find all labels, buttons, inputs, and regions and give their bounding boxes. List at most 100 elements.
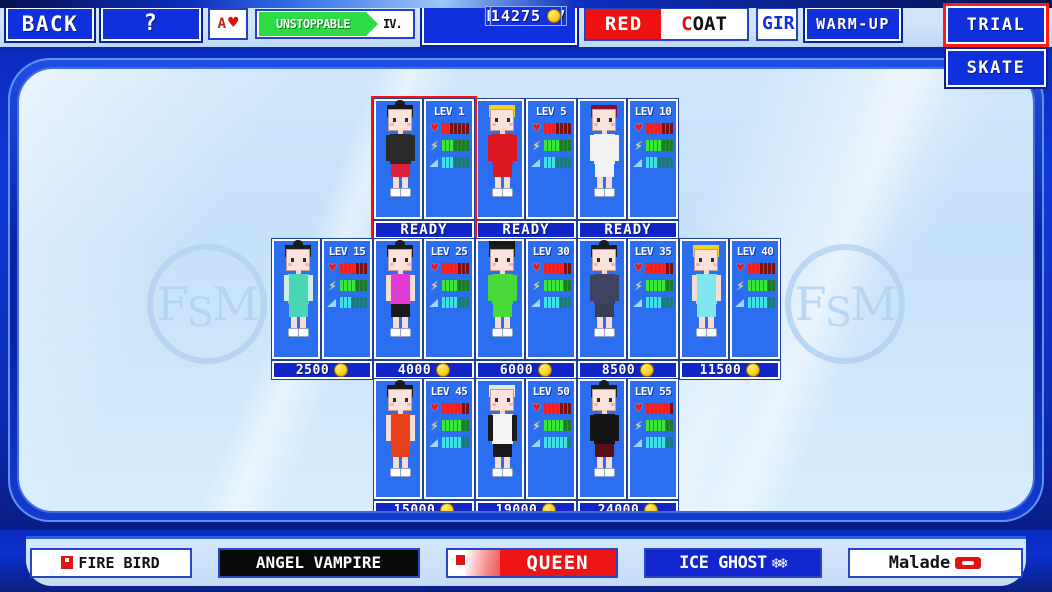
stat-segment [650, 140, 653, 151]
card-footer-label: READY [604, 222, 652, 238]
character-card[interactable]: LEV 50 ♥ ⚡ 19000 [475, 378, 577, 511]
stat-segment [662, 297, 665, 308]
ramp-icon [735, 297, 746, 308]
character-avatar [580, 101, 624, 217]
stat-row-jump [531, 296, 571, 309]
stat-segment [768, 280, 771, 291]
sponsor-queen[interactable]: QUEEN [445, 547, 618, 578]
stat-row-speed: ⚡ [429, 139, 469, 152]
avatar-pane[interactable] [373, 98, 423, 220]
help-button[interactable]: ? [99, 4, 203, 43]
avatar-head [388, 249, 412, 271]
avatar-pane[interactable] [679, 238, 729, 360]
card-ready-badge[interactable]: READY [475, 220, 577, 240]
stat-segment [446, 280, 449, 291]
skate-button[interactable]: SKATE [944, 47, 1048, 89]
avatar-pane[interactable] [577, 98, 627, 220]
sponsor-malade[interactable]: Malade [847, 547, 1023, 578]
avatar-arm-right [410, 135, 415, 161]
avatar-eye-right [609, 398, 612, 402]
character-card[interactable]: LEV 45 ♥ ⚡ 15000 [373, 378, 475, 511]
stat-segment [764, 297, 767, 308]
stat-segment [544, 123, 547, 134]
stat-row-jump [531, 436, 571, 449]
avatar-pane[interactable] [271, 238, 321, 360]
stat-pane: LEV 55 ♥ ⚡ [627, 378, 679, 500]
avatar-eye-left [597, 118, 600, 122]
avatar-pane[interactable] [577, 378, 627, 500]
stat-segment [654, 437, 657, 448]
avatar-arm-right [614, 275, 619, 301]
trial-button[interactable]: TRIAL [943, 3, 1049, 47]
card-ready-badge[interactable]: READY [373, 220, 475, 240]
stat-segment [548, 263, 551, 274]
stat-segment [454, 157, 457, 168]
stat-segment [646, 403, 649, 414]
warm-up-button[interactable]: WARM-UP [803, 4, 903, 43]
coin-icon [542, 503, 557, 511]
ramp-icon [633, 157, 644, 168]
stat-segment [568, 437, 571, 448]
card-price-badge[interactable]: 19000 [475, 500, 577, 511]
stat-segment [666, 403, 669, 414]
stat-segment [450, 263, 453, 274]
stat-segment [752, 297, 755, 308]
stat-segment [442, 420, 445, 431]
sponsor-angel-vampire[interactable]: ANGEL VAMPIRE [217, 547, 420, 578]
character-card[interactable]: LEV 40 ♥ ⚡ 11500 [679, 238, 781, 380]
character-row: LEV 15 ♥ ⚡ 2500 LEV 25 ♥ ⚡ 4000 LEV 30 ♥ ⚡ 6000 LEV … [271, 238, 781, 380]
sponsor-fire-bird[interactable]: FIRE BIRD [29, 547, 192, 578]
stat-pane: LEV 40 ♥ ⚡ [729, 238, 781, 360]
back-button[interactable]: BACK [4, 4, 96, 43]
stat-bars-jump [646, 297, 673, 308]
character-card[interactable]: LEV 15 ♥ ⚡ 2500 [271, 238, 373, 380]
avatar-pane[interactable] [373, 378, 423, 500]
character-card[interactable]: LEV 30 ♥ ⚡ 6000 [475, 238, 577, 380]
avatar-blush-left [288, 263, 292, 266]
stat-bars-jump [646, 157, 673, 168]
avatar-arm-left [386, 275, 391, 301]
card-price-badge[interactable]: 24000 [577, 500, 679, 511]
sponsor-ice-ghost[interactable]: ICE GHOST ❄❄ [643, 547, 822, 578]
card-price-badge[interactable]: 15000 [373, 500, 475, 511]
card-price-badge[interactable]: 2500 [271, 360, 373, 380]
stat-row-jump [633, 436, 673, 449]
card-price-badge[interactable]: 6000 [475, 360, 577, 380]
character-card[interactable]: LEV 1 ♥ ⚡ READY [371, 96, 477, 242]
avatar-pane[interactable] [475, 378, 525, 500]
stat-bars-health [442, 263, 469, 274]
stat-segment [446, 140, 449, 151]
stat-segment [450, 280, 453, 291]
character-card[interactable]: LEV 35 ♥ ⚡ 8500 [577, 238, 679, 380]
sponsor-list: FIRE BIRD ANGEL VAMPIRE QUEEN ICE GHOST … [26, 536, 1026, 586]
avatar-blush-right [407, 263, 411, 266]
stat-segment [446, 263, 449, 274]
avatar-pane[interactable] [475, 98, 525, 220]
avatar-pane[interactable] [577, 238, 627, 360]
card-ready-badge[interactable]: READY [577, 220, 679, 240]
avatar-arm-right [512, 275, 517, 301]
stat-segment [446, 437, 449, 448]
card-price-badge[interactable]: 11500 [679, 360, 781, 380]
stat-row-health: ♥ [633, 262, 673, 275]
card-price-badge[interactable]: 4000 [373, 360, 475, 380]
stat-bars-speed [544, 140, 571, 151]
stat-segment [560, 157, 563, 168]
avatar-pane[interactable] [475, 238, 525, 360]
character-card[interactable]: LEV 55 ♥ ⚡ 24000 [577, 378, 679, 511]
stat-row-speed: ⚡ [429, 419, 469, 432]
character-card[interactable]: LEV 10 ♥ ⚡ READY [577, 98, 679, 240]
card-body: LEV 30 ♥ ⚡ [475, 238, 577, 360]
fire-square-icon [61, 556, 74, 569]
coat-word: C OAT [661, 9, 747, 39]
card-level-label: LEV 55 [634, 385, 672, 398]
avatar-eye-left [597, 398, 600, 402]
character-card[interactable]: LEV 25 ♥ ⚡ 4000 [373, 238, 475, 380]
avatar-pane[interactable] [373, 238, 423, 360]
ramp-icon [531, 437, 542, 448]
character-card[interactable]: LEV 5 ♥ ⚡ READY [475, 98, 577, 240]
card-price-badge[interactable]: 8500 [577, 360, 679, 380]
avatar-eye-right [507, 118, 510, 122]
card-footer-label: 11500 [699, 362, 742, 378]
stat-bars-jump [544, 157, 571, 168]
